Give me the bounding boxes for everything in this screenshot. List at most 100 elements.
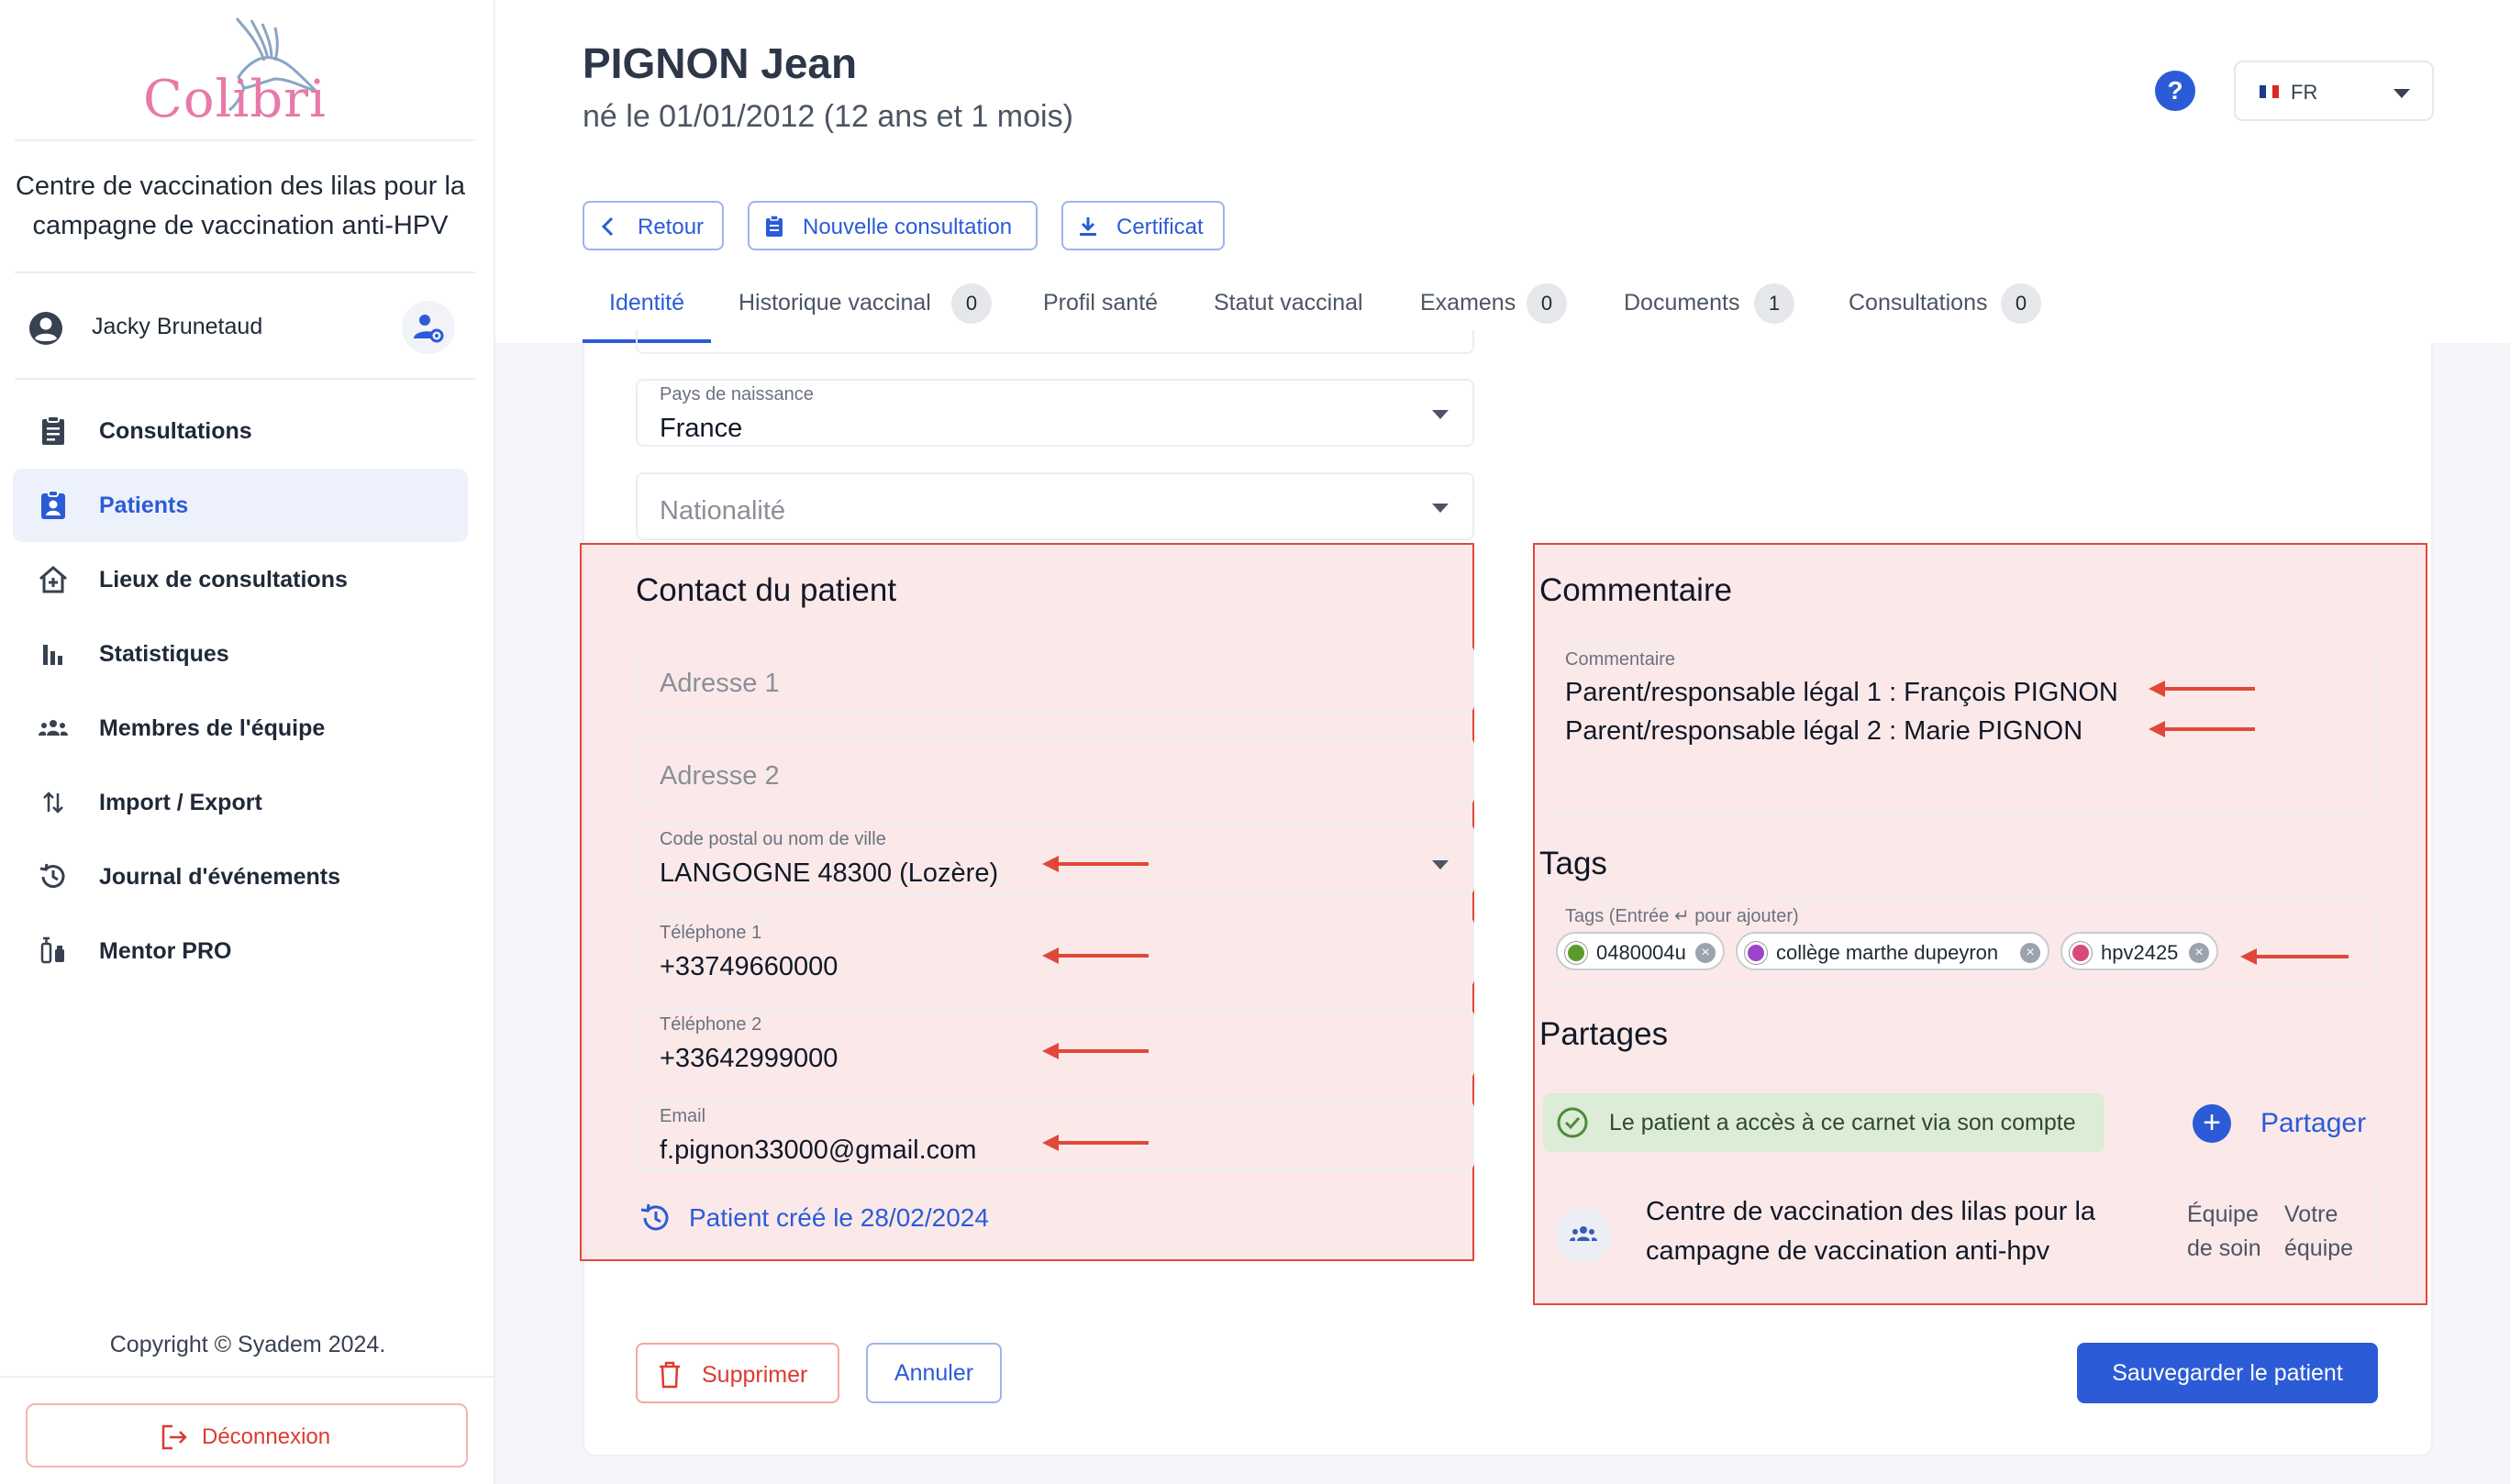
history-icon: [640, 1203, 669, 1231]
logout-icon: [161, 1424, 187, 1450]
nav-item-import-export[interactable]: Import / Export: [13, 766, 468, 839]
nav-label: Consultations: [99, 418, 252, 444]
count-badge: 0: [2001, 283, 2041, 324]
plus-icon: +: [2193, 1104, 2231, 1143]
chevron-left-icon: [601, 216, 614, 237]
tab-label: Historique vaccinal: [739, 290, 931, 316]
nav-item-membres[interactable]: Membres de l'équipe: [13, 692, 468, 765]
share-team-line: Votre: [2284, 1202, 2338, 1227]
center-name: Centre de vaccination des lilas pour la …: [15, 172, 466, 240]
share-team: Votre équipe: [2284, 1198, 2353, 1266]
count-badge: 0: [951, 283, 992, 324]
back-label: Retour: [638, 215, 705, 239]
user-avatar-icon: [29, 312, 62, 345]
user-gear-icon: [414, 315, 444, 343]
field-label: Tags (Entrée ↵ pour ajouter): [1565, 906, 1799, 926]
tab-label: Documents: [1624, 290, 1740, 316]
share-role-line: de soin: [2187, 1235, 2261, 1261]
new-consultation-button[interactable]: Nouvelle consultation: [748, 201, 1038, 250]
tab-documents[interactable]: Documents 1: [1624, 275, 1798, 343]
clipboard-icon: [766, 215, 783, 237]
field-placeholder: Adresse 2: [660, 761, 780, 791]
tag-color-dot: [1565, 942, 1587, 964]
field-label: Téléphone 2: [660, 1014, 762, 1035]
tab-label: Consultations: [1849, 290, 1988, 316]
tab-label: Examens: [1420, 290, 1516, 316]
patient-name: PIGNON Jean: [583, 39, 858, 87]
logout-button[interactable]: Déconnexion: [26, 1403, 468, 1467]
nav-label: Import / Export: [99, 790, 262, 815]
vaccine-icon: [40, 936, 64, 964]
annotation-arrow-icon: [2240, 948, 2349, 965]
user-name: Jacky Brunetaud: [92, 314, 263, 339]
tags-title: Tags: [1539, 846, 1607, 881]
nationality-select[interactable]: Nationalité: [636, 472, 1474, 540]
address2-field[interactable]: Adresse 2: [636, 737, 1474, 805]
delete-button[interactable]: Supprimer: [636, 1343, 839, 1403]
nav-label: Mentor PRO: [99, 938, 232, 964]
download-icon: [1080, 217, 1096, 236]
nav-item-lieux[interactable]: Lieux de consultations: [13, 543, 468, 616]
chevron-down-icon: [1432, 860, 1449, 869]
tag-chip[interactable]: collège marthe dupeyron ×: [1736, 932, 2049, 970]
birth-country-select[interactable]: Pays de naissance France: [636, 379, 1474, 447]
back-button[interactable]: Retour: [583, 201, 724, 250]
divider: [15, 378, 475, 380]
patient-dob: né le 01/01/2012 (12 ans et 1 mois): [583, 99, 1073, 134]
field-label: Pays de naissance: [660, 384, 814, 404]
field-value: LANGOGNE 48300 (Lozère): [660, 858, 999, 888]
nav-item-consultations[interactable]: Consultations: [13, 394, 468, 468]
main-nav: Consultations Patients Lieux de consulta…: [13, 394, 468, 989]
house-plus-icon: [39, 566, 67, 593]
comment-line: Parent/responsable légal 1 : François PI…: [1565, 678, 2118, 707]
annotation-arrow-icon: [1042, 947, 1149, 964]
count-badge: 1: [1754, 283, 1794, 324]
annotation-arrow-icon: [1042, 856, 1149, 872]
nav-item-statistiques[interactable]: Statistiques: [13, 617, 468, 691]
field-placeholder: Nationalité: [660, 496, 786, 526]
tag-color-dot: [1745, 942, 1767, 964]
nav-item-mentor-pro[interactable]: Mentor PRO: [13, 914, 468, 988]
nav-item-journal[interactable]: Journal d'événements: [13, 840, 468, 914]
annotation-arrow-icon: [1042, 1135, 1149, 1151]
certificate-button[interactable]: Certificat: [1061, 201, 1225, 250]
svg-text:?: ?: [2167, 76, 2182, 105]
close-icon[interactable]: ×: [2020, 943, 2040, 963]
nav-label: Lieux de consultations: [99, 567, 348, 592]
help-icon[interactable]: ?: [2154, 70, 2196, 112]
history-icon: [39, 863, 65, 889]
tag-color-dot: [2070, 942, 2092, 964]
contact-title: Contact du patient: [636, 572, 897, 608]
chevron-down-icon: [2393, 89, 2410, 98]
access-label: Le patient a accès à ce carnet via son c…: [1609, 1110, 2076, 1135]
user-row: Jacky Brunetaud: [28, 301, 459, 356]
language-select[interactable]: FR: [2234, 61, 2434, 121]
tag-chip[interactable]: 0480004u ×: [1556, 932, 1725, 970]
annotation-arrow-icon: [2149, 721, 2255, 737]
access-status-badge: Le patient a accès à ce carnet via son c…: [1543, 1093, 2105, 1152]
trash-icon: [660, 1361, 680, 1389]
france-flag-icon: [2260, 85, 2279, 98]
tag-chip[interactable]: hpv2425 ×: [2060, 932, 2218, 970]
logo-text: Colibri: [143, 70, 327, 129]
close-icon[interactable]: ×: [1695, 943, 1716, 963]
tab-consultations[interactable]: Consultations 0: [1849, 275, 2050, 343]
field-label: Code postal ou nom de ville: [660, 829, 886, 849]
colibri-logo[interactable]: Colibri: [138, 13, 330, 132]
new-consultation-label: Nouvelle consultation: [803, 215, 1013, 239]
field-label: Email: [660, 1106, 706, 1126]
divider: [15, 271, 475, 273]
divider: [15, 139, 475, 141]
share-role: Équipe de soin: [2187, 1198, 2261, 1266]
cancel-button[interactable]: Annuler: [866, 1343, 1002, 1403]
share-label: Partager: [2260, 1108, 2367, 1138]
save-patient-button[interactable]: Sauvegarder le patient: [2077, 1343, 2378, 1403]
chevron-down-icon: [1432, 504, 1449, 513]
close-icon[interactable]: ×: [2189, 943, 2209, 963]
share-entry-name: Centre de vaccination des lilas pour la …: [1646, 1197, 2096, 1266]
patient-header: PIGNON Jean né le 01/01/2012 (12 ans et …: [495, 0, 2510, 343]
address1-field[interactable]: Adresse 1: [636, 645, 1474, 713]
user-settings-button[interactable]: [402, 301, 455, 354]
nav-item-patients[interactable]: Patients: [13, 469, 468, 542]
sidebar: Colibri Centre de vaccination des lilas …: [0, 0, 495, 1484]
